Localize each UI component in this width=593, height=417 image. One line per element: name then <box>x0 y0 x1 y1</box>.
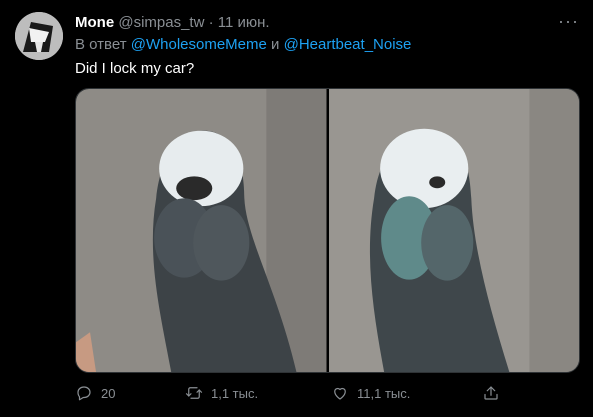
reply-button[interactable]: 20 <box>75 384 115 402</box>
reply-user-link[interactable]: @Heartbeat_Noise <box>284 36 412 53</box>
media-photo-right[interactable] <box>328 89 579 372</box>
tweet-text: Did I lock my car? <box>75 60 195 77</box>
tweet-date[interactable]: 11 июн. <box>218 14 270 31</box>
share-button[interactable] <box>482 384 500 402</box>
retweet-count: 1,1 тыс. <box>211 385 259 401</box>
tweet-actions: 20 1,1 тыс. 11,1 тыс. <box>75 384 593 408</box>
retweet-button[interactable]: 1,1 тыс. <box>185 384 258 402</box>
separator: · <box>208 14 214 31</box>
user-handle[interactable]: @simpas_tw <box>118 14 204 31</box>
display-name[interactable]: Mone <box>75 14 114 31</box>
reply-user-link[interactable]: @WholesomeMeme <box>131 36 267 53</box>
tweet-media[interactable] <box>75 88 580 373</box>
reply-count: 20 <box>101 385 116 401</box>
like-count: 11,1 тыс. <box>357 385 411 401</box>
reply-icon <box>77 386 91 401</box>
reply-conjunction: и <box>271 36 280 53</box>
like-button[interactable]: 11,1 тыс. <box>331 384 410 402</box>
tweet-header: Mone @simpas_tw · 11 июн. <box>75 13 270 33</box>
avatar-image <box>15 12 63 60</box>
reply-context: В ответ @WholesomeMeme и @Heartbeat_Nois… <box>75 35 411 55</box>
reply-prefix: В ответ <box>75 36 127 53</box>
avatar[interactable] <box>15 12 63 60</box>
like-icon <box>334 387 346 400</box>
retweet-icon <box>185 387 203 399</box>
more-horizontal-icon[interactable]: ··· <box>558 12 579 30</box>
media-photo-left[interactable] <box>76 89 327 372</box>
share-icon <box>484 386 498 400</box>
